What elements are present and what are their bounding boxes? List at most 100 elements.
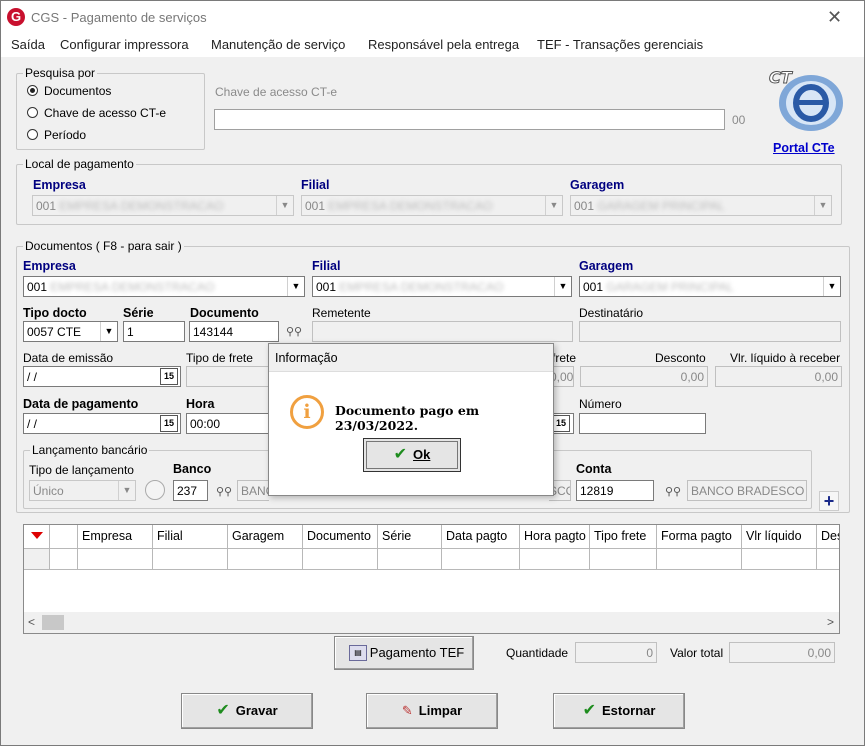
documento-input[interactable]: 143144 xyxy=(189,321,279,342)
col-tipo-frete[interactable]: Tipo frete xyxy=(590,525,657,549)
binoculars-icon[interactable]: ⚲⚲ xyxy=(216,485,232,498)
table-cell[interactable] xyxy=(378,549,442,570)
local-pagamento-legend: Local de pagamento xyxy=(25,157,134,171)
valor-total-input: 0,00 xyxy=(729,642,835,663)
menu-configurar-impressora[interactable]: Configurar impressora xyxy=(60,37,189,52)
doc-empresa-select[interactable]: 001 EMPRESA DEMONSTRACAO ▼ xyxy=(23,276,305,297)
quantidade-label: Quantidade xyxy=(506,646,569,660)
menu-bar: Saída Configurar impressora Manutenção d… xyxy=(1,33,864,57)
serie-input[interactable]: 1 xyxy=(123,321,185,342)
col-hora-pagto[interactable]: Hora pagto xyxy=(520,525,590,549)
add-icon[interactable]: + xyxy=(819,491,839,511)
grid-sort-indicator[interactable] xyxy=(24,525,50,549)
local-empresa-select[interactable]: 001 EMPRESA DEMONSTRACAO ▼ xyxy=(32,195,294,216)
table-cell[interactable] xyxy=(442,549,520,570)
close-icon[interactable]: ✕ xyxy=(827,7,842,28)
grid-header-blank xyxy=(50,525,78,549)
table-cell[interactable] xyxy=(817,549,839,570)
local-filial-select[interactable]: 001 EMPRESA DEMONSTRACAO ▼ xyxy=(301,195,563,216)
tipo-frete-label: Tipo de frete xyxy=(186,351,253,365)
binoculars-icon[interactable]: ⚲⚲ xyxy=(286,325,302,338)
doc-garagem-select[interactable]: 001 GARAGEM PRINCIPAL ▼ xyxy=(579,276,841,297)
table-cell[interactable] xyxy=(657,549,742,570)
conta-input[interactable]: 12819 xyxy=(576,480,654,501)
chevron-down-icon: ▼ xyxy=(276,196,293,215)
table-cell[interactable] xyxy=(228,549,303,570)
tipo-lancamento-select[interactable]: Único ▼ xyxy=(29,480,136,501)
horizontal-scrollbar[interactable]: < > xyxy=(24,612,839,633)
row-selector[interactable] xyxy=(24,549,50,570)
data-pagamento-label: Data de pagamento xyxy=(23,397,139,411)
col-forma-pagto[interactable]: Forma pagto xyxy=(657,525,742,549)
tipo-frete-input[interactable] xyxy=(186,366,272,387)
frete-label: frete xyxy=(552,351,577,365)
limpar-button[interactable]: ✎ Limpar xyxy=(366,693,498,729)
documento-label: Documento xyxy=(190,306,259,320)
window-title: CGS - Pagamento de serviços xyxy=(31,10,207,25)
vlr-liquido-label: Vlr. líquido à receber xyxy=(730,351,841,365)
col-desconto[interactable]: Des xyxy=(817,525,839,549)
documentos-legend: Documentos ( F8 - para sair ) xyxy=(25,239,182,253)
calendar-icon[interactable]: 15 xyxy=(160,368,178,385)
dialog-message: Documento pago em 23/03/2022. xyxy=(335,403,480,433)
desconto-input[interactable]: 0,00 xyxy=(580,366,708,387)
menu-responsavel-entrega[interactable]: Responsável pela entrega xyxy=(368,37,519,52)
serie-label: Série xyxy=(123,306,154,320)
calendar-icon[interactable]: 15 xyxy=(552,415,570,432)
ok-button[interactable]: ✔ Ok xyxy=(363,438,461,472)
col-serie[interactable]: Série xyxy=(378,525,442,549)
portal-cte-link[interactable]: Portal CTe xyxy=(773,141,835,155)
scroll-left-icon[interactable]: < xyxy=(28,615,35,629)
clock-icon[interactable] xyxy=(145,480,165,500)
title-bar: G CGS - Pagamento de serviços ✕ xyxy=(1,1,864,33)
menu-manutencao-servico[interactable]: Manutenção de serviço xyxy=(211,37,345,52)
col-data-pagto[interactable]: Data pagto xyxy=(442,525,520,549)
vlr-liquido-input[interactable]: 0,00 xyxy=(715,366,842,387)
table-cell[interactable] xyxy=(590,549,657,570)
payments-grid[interactable]: Empresa Filial Garagem Documento Série D… xyxy=(23,524,840,634)
doc-filial-select[interactable]: 001 EMPRESA DEMONSTRACAO ▼ xyxy=(312,276,572,297)
menu-saida[interactable]: Saída xyxy=(11,37,45,52)
check-icon: ✔ xyxy=(216,702,230,719)
numero-input[interactable] xyxy=(579,413,706,434)
menu-tef-transacoes[interactable]: TEF - Transações gerenciais xyxy=(537,37,703,52)
local-empresa-label: Empresa xyxy=(33,178,86,192)
table-cell[interactable] xyxy=(50,549,78,570)
col-documento[interactable]: Documento xyxy=(303,525,378,549)
calendar-icon[interactable]: 15 xyxy=(160,415,178,432)
binoculars-icon[interactable]: ⚲⚲ xyxy=(665,485,681,498)
radio-documentos[interactable]: Documentos xyxy=(27,84,111,98)
table-cell[interactable] xyxy=(303,549,378,570)
table-cell[interactable] xyxy=(78,549,153,570)
chave-acesso-input[interactable] xyxy=(214,109,725,130)
scroll-right-icon[interactable]: > xyxy=(827,615,834,629)
table-cell[interactable] xyxy=(520,549,590,570)
data-pagamento-input[interactable]: / / xyxy=(23,413,181,434)
chevron-down-icon: ▼ xyxy=(545,196,562,215)
dialog-title-bar: Informação xyxy=(269,344,553,372)
col-garagem[interactable]: Garagem xyxy=(228,525,303,549)
table-cell[interactable] xyxy=(742,549,817,570)
pesquisa-legend: Pesquisa por xyxy=(25,66,96,80)
tipo-docto-select[interactable]: 0057 CTE ▼ xyxy=(23,321,118,342)
local-garagem-select[interactable]: 001 GARAGEM PRINCIPAL ▼ xyxy=(570,195,832,216)
banco-input[interactable]: 237 xyxy=(173,480,208,501)
col-vlr-liquido[interactable]: Vlr líquido xyxy=(742,525,817,549)
hora-label: Hora xyxy=(186,397,215,411)
doc-filial-label: Filial xyxy=(312,259,341,273)
col-filial[interactable]: Filial xyxy=(153,525,228,549)
radio-chave-acesso[interactable]: Chave de acesso CT-e xyxy=(27,106,166,120)
table-cell[interactable] xyxy=(153,549,228,570)
col-empresa[interactable]: Empresa xyxy=(78,525,153,549)
gravar-button[interactable]: ✔ Gravar xyxy=(181,693,313,729)
hora-input[interactable]: 00:00 xyxy=(186,413,272,434)
data-emissao-input[interactable]: / / xyxy=(23,366,181,387)
radio-icon xyxy=(27,129,38,140)
tef-icon: ▤ xyxy=(349,645,367,661)
destinatario-input[interactable] xyxy=(579,321,841,342)
radio-periodo[interactable]: Período xyxy=(27,128,86,142)
estornar-button[interactable]: ✔ Estornar xyxy=(553,693,685,729)
pagamento-tef-button[interactable]: ▤ Pagamento TEF xyxy=(334,636,474,670)
remetente-input[interactable] xyxy=(312,321,573,342)
scroll-thumb[interactable] xyxy=(42,615,64,630)
